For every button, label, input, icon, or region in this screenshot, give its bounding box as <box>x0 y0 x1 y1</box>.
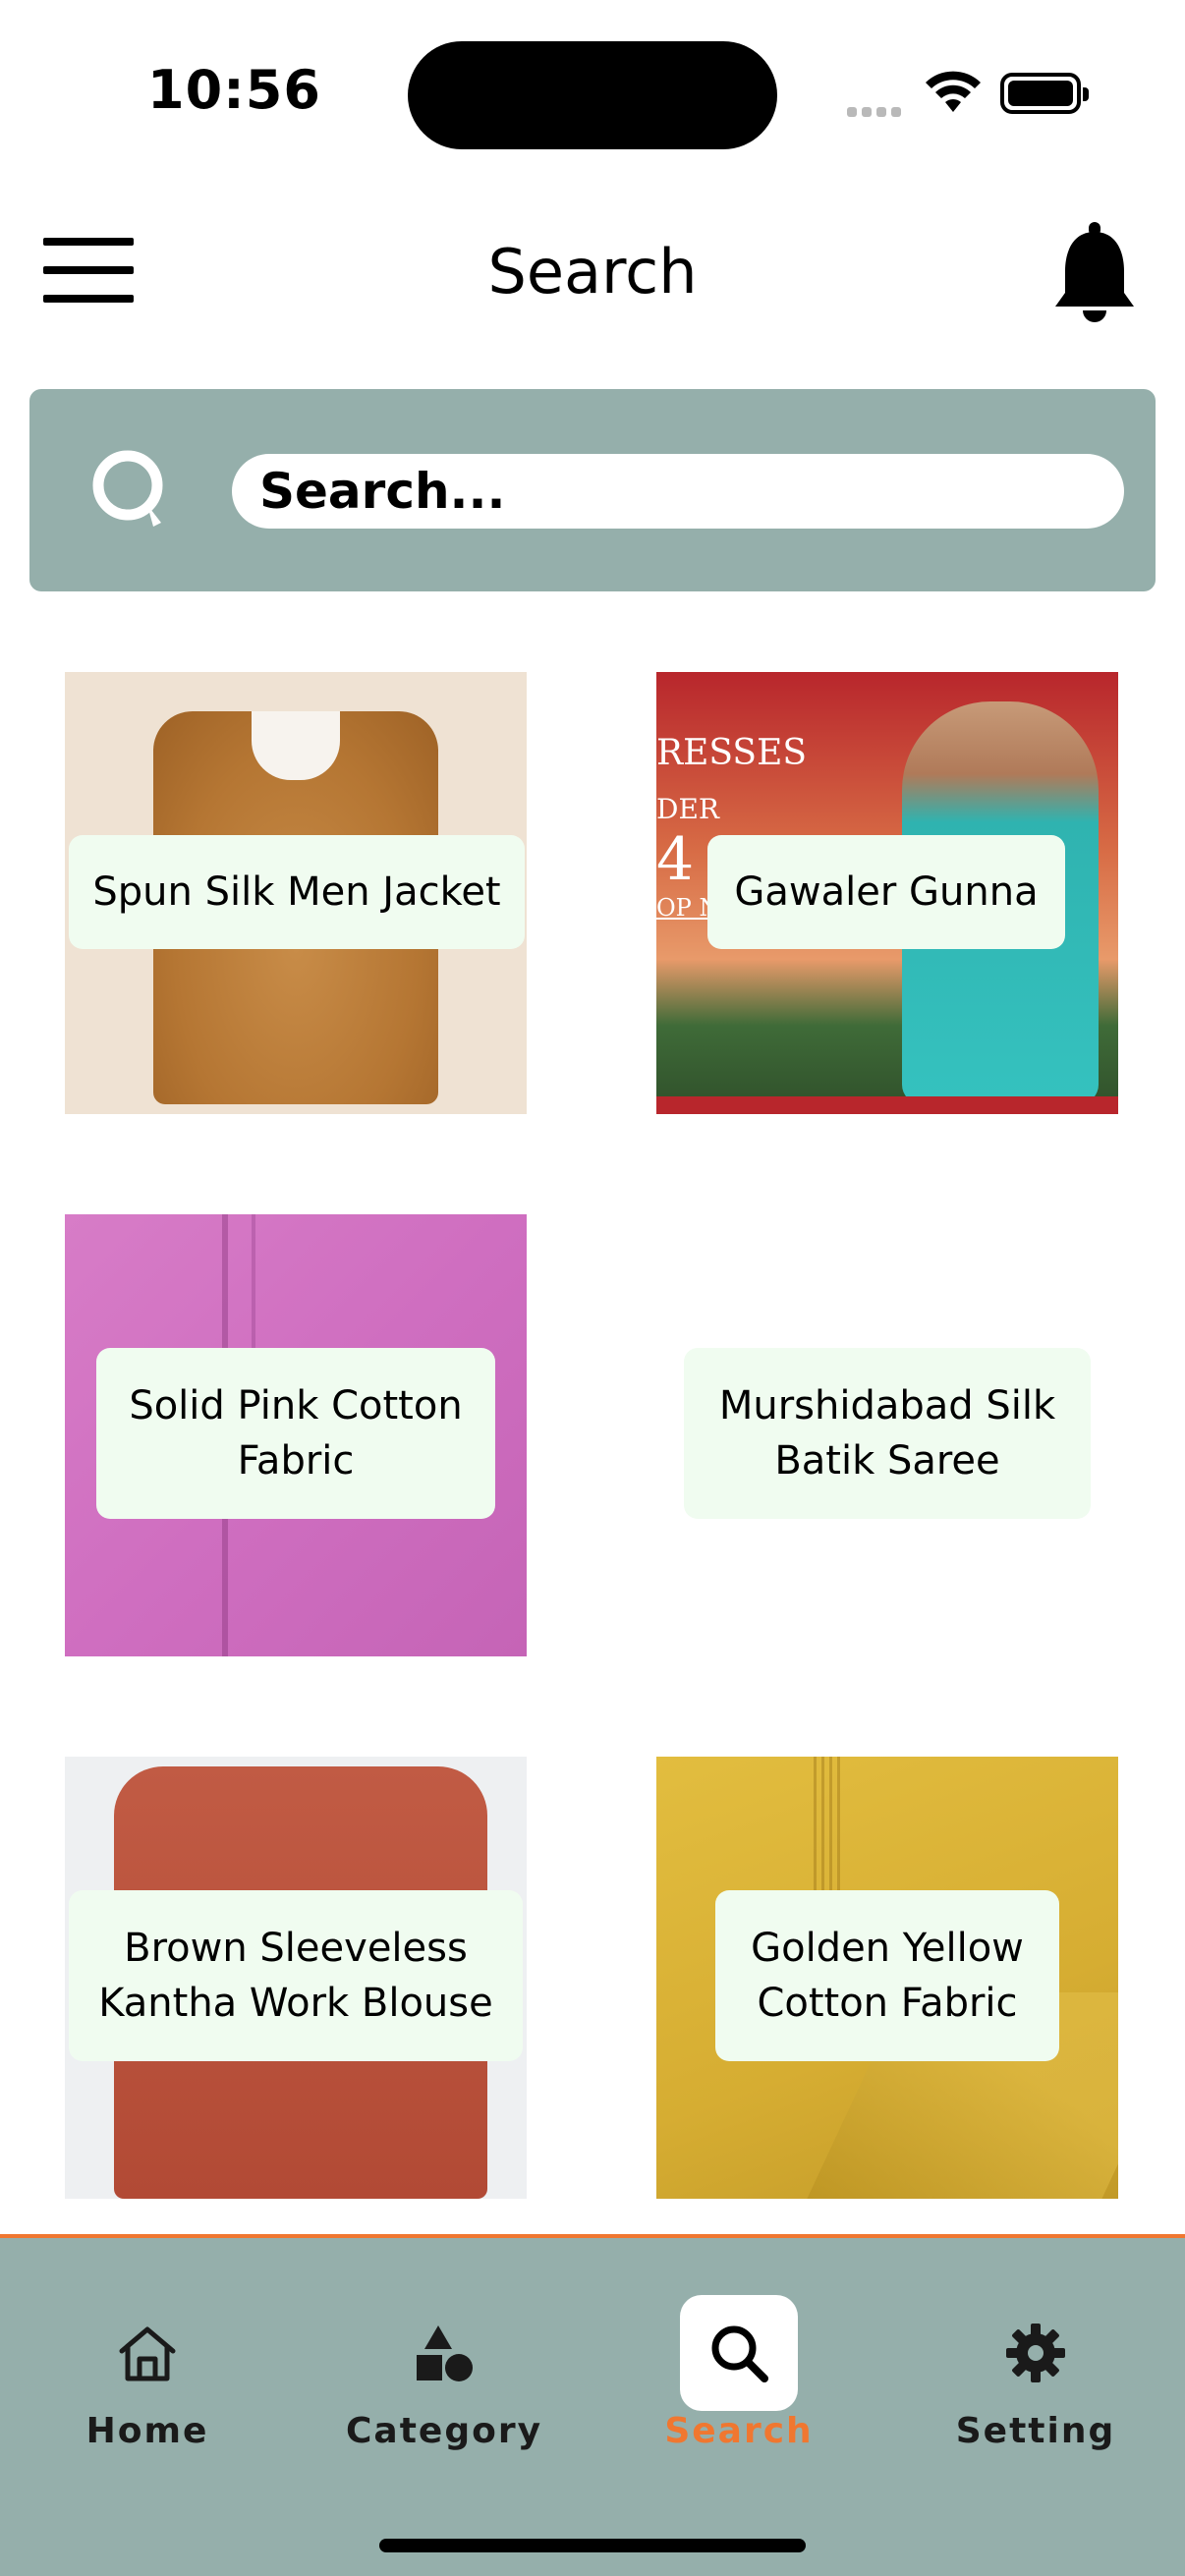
nav-item-category[interactable]: Category <box>346 2266 542 2462</box>
home-indicator <box>379 2539 806 2552</box>
product-name: Murshidabad Silk Batik Saree <box>684 1348 1091 1519</box>
cellular-signal-icon <box>847 102 906 117</box>
nav-icon-container <box>385 2295 503 2411</box>
notification-bell-icon[interactable] <box>1053 222 1136 324</box>
nav-icon-container <box>88 2295 206 2411</box>
banner-band <box>656 1096 1118 1114</box>
search-icon <box>711 2325 768 2382</box>
battery-icon <box>1000 73 1089 114</box>
nav-icon-container <box>680 2295 798 2411</box>
nav-label: Setting <box>955 2411 1116 2451</box>
collar-detail <box>252 711 340 780</box>
nav-label: Search <box>664 2411 814 2451</box>
nav-label: Category <box>346 2411 543 2451</box>
product-card[interactable]: Solid Pink Cotton Fabric <box>65 1214 527 1656</box>
product-name: Golden Yellow Cotton Fabric <box>715 1890 1059 2061</box>
search-icon <box>92 450 163 527</box>
dynamic-island <box>408 41 777 149</box>
shapes-icon <box>417 2325 473 2381</box>
nav-item-home[interactable]: Home <box>49 2266 246 2462</box>
nav-item-search[interactable]: Search <box>641 2266 837 2462</box>
banner-line: DER <box>656 793 719 825</box>
bottom-nav: Home Category Search Setting <box>0 2234 1185 2576</box>
status-time: 10:56 <box>147 59 321 121</box>
product-card[interactable]: RESSES DER 4 OP NOW Gawaler Gunna <box>656 672 1118 1114</box>
wifi-icon <box>926 71 981 112</box>
page-title: Search <box>487 236 698 308</box>
product-card[interactable]: Spun Silk Men Jacket <box>65 672 527 1114</box>
product-name: Spun Silk Men Jacket <box>69 835 525 949</box>
product-name: Solid Pink Cotton Fabric <box>96 1348 495 1519</box>
search-bar <box>29 389 1156 591</box>
product-name: Brown Sleeveless Kantha Work Blouse <box>69 1890 523 2061</box>
nav-icon-container <box>977 2295 1095 2411</box>
product-card[interactable]: Golden Yellow Cotton Fabric <box>656 1757 1118 2199</box>
home-icon <box>119 2326 176 2381</box>
search-input[interactable] <box>232 454 1124 529</box>
nav-label: Home <box>85 2411 209 2451</box>
nav-item-setting[interactable]: Setting <box>937 2266 1134 2462</box>
gear-icon <box>1006 2324 1065 2382</box>
product-card[interactable]: Murshidabad Silk Batik Saree <box>656 1214 1118 1656</box>
product-card[interactable]: Brown Sleeveless Kantha Work Blouse <box>65 1757 527 2199</box>
banner-line: RESSES <box>656 733 808 773</box>
product-name: Gawaler Gunna <box>707 835 1065 949</box>
